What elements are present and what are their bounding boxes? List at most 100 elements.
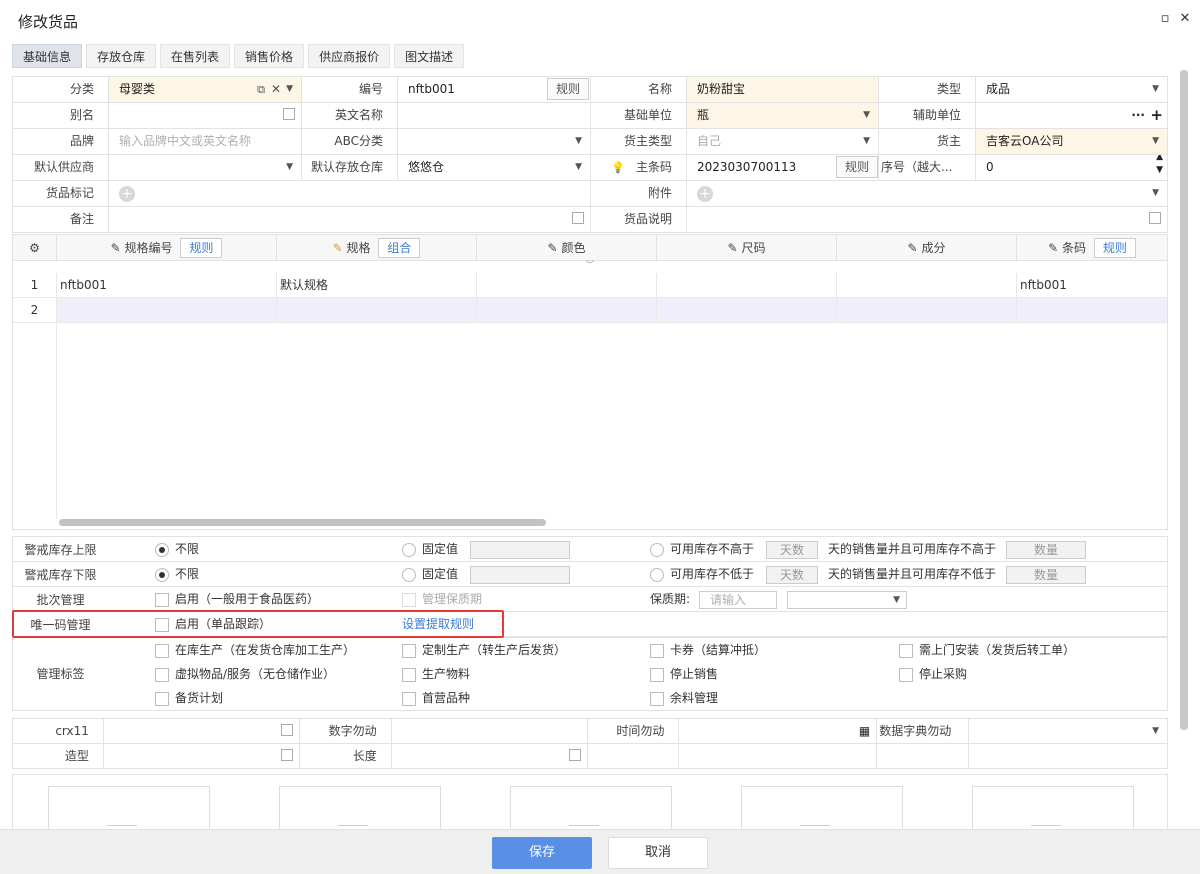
spec-combine-button[interactable]: 组合 [378,238,421,258]
abc-select[interactable]: ▼ [398,129,591,155]
lower-unlimited-option[interactable]: 不限 [155,562,199,587]
checkbox-icon[interactable] [650,667,664,682]
tag-checkbox[interactable]: 生产物料 [402,666,470,682]
tag-checkbox[interactable]: 需上门安装（发货后转工单） [899,642,1075,658]
cancel-button[interactable]: 取消 [608,837,708,869]
upper-fixed-option[interactable]: 固定值 [402,537,458,562]
upper-fixed-input[interactable] [470,537,570,562]
radio-checked-icon[interactable] [155,542,169,557]
tag-checkbox[interactable]: 虚拟物品/服务（无仓储作业） [155,666,335,682]
crx11-field[interactable] [103,719,300,744]
cell-spec-code[interactable]: nftb001 [57,273,277,297]
tag-checkbox[interactable]: 首营品种 [402,690,470,706]
tab-description[interactable]: 图文描述 [394,44,465,68]
image-slot[interactable] [510,786,672,835]
checkbox-icon[interactable] [155,691,169,706]
cell-spec[interactable]: 默认规格 [277,273,477,297]
lower-fixed-option[interactable]: 固定值 [402,562,458,587]
shelf-life-unit-select[interactable]: ▼ [787,587,907,612]
calendar-icon[interactable]: ▦ [859,719,870,743]
category-dropdown-icon[interactable]: ▼ [286,77,293,102]
maximize-icon[interactable]: ▫ [1158,12,1172,26]
brand-field[interactable]: 输入品牌中文或英文名称 [109,129,302,155]
edit-icon[interactable] [280,724,293,736]
tag-checkbox[interactable]: 定制生产（转生产后发货） [402,642,566,658]
number-field[interactable] [391,719,588,744]
name-field[interactable]: 奶粉甜宝 [687,77,879,103]
default-supplier-select[interactable]: ▼ [109,155,302,181]
upper-days-input[interactable]: 天数 [766,537,818,562]
tag-checkbox[interactable]: 余料管理 [650,690,718,706]
cell-barcode[interactable] [1017,298,1167,322]
cell-size[interactable] [657,298,837,322]
default-supplier-dropdown-icon[interactable]: ▼ [286,155,293,180]
upper-qty-input[interactable]: 数量 [1006,537,1086,562]
checkbox-icon[interactable] [402,667,416,682]
tag-checkbox[interactable]: 停止采购 [899,666,967,682]
add-circle-icon[interactable]: + [119,185,135,202]
owner-type-select[interactable]: 自己 ▼ [687,129,879,155]
checkbox-icon[interactable] [155,667,169,682]
more-icon[interactable]: ··· [1131,103,1145,128]
shelf-life-unit-box[interactable]: ▼ [787,590,907,609]
stepper-up-icon[interactable]: ▲ [1156,155,1163,163]
checkbox-icon[interactable] [899,643,913,658]
length-field[interactable] [391,744,588,769]
shelf-life-mgmt-checkbox[interactable]: 管理保质期 [402,587,482,612]
goods-tag-field[interactable]: + [109,181,591,207]
category-field[interactable]: 母婴类 ⧉ ✕ ▼ [109,77,302,103]
main-scrollbar-thumb[interactable] [1180,70,1188,730]
remark-field[interactable] [109,207,591,233]
checkbox-icon[interactable] [155,592,169,607]
save-button[interactable]: 保存 [492,837,592,869]
image-slot[interactable] [741,786,903,835]
edit-icon[interactable] [283,108,295,120]
cell-barcode[interactable]: nftb001 [1017,273,1167,297]
tag-checkbox[interactable]: 在库生产（在发货仓库加工生产） [155,642,355,658]
clear-icon[interactable]: ✕ [271,77,281,102]
barcode-col-rule-button[interactable]: 规则 [1093,238,1136,258]
table-row[interactable]: 1 nftb001 默认规格 nftb001 [13,273,1167,298]
radio-icon[interactable] [650,567,664,582]
checkbox-icon[interactable] [155,643,169,658]
tag-checkbox[interactable]: 停止销售 [650,666,718,682]
tab-basic-info[interactable]: 基础信息 [12,44,83,68]
chevron-down-icon[interactable]: ▼ [1152,719,1159,743]
type-select[interactable]: 成品 ▼ [976,77,1168,103]
attachment-field[interactable]: + ▼ [687,181,1168,207]
tag-checkbox[interactable]: 备货计划 [155,690,223,706]
stepper-down-icon[interactable]: ▼ [1156,164,1163,176]
lower-days-box[interactable]: 天数 [766,565,818,584]
radio-icon[interactable] [402,567,416,582]
checkbox-icon[interactable] [402,643,416,658]
base-unit-dropdown-icon[interactable]: ▼ [863,103,870,128]
upper-fixed-box[interactable] [470,540,570,559]
lower-fixed-box[interactable] [470,565,570,584]
upper-qty-box[interactable]: 数量 [1006,540,1086,559]
shelf-life-input[interactable]: 请输入 [699,587,777,612]
radio-checked-icon[interactable] [155,567,169,582]
goods-desc-field[interactable] [687,207,1168,233]
shelf-life-box[interactable]: 请输入 [699,590,777,609]
lower-available-option[interactable]: 可用库存不低于 [650,562,754,587]
base-unit-select[interactable]: 瓶 ▼ [687,103,879,129]
checkbox-icon[interactable] [402,691,416,706]
upper-available-option[interactable]: 可用库存不高于 [650,537,754,562]
cell-spec-code[interactable] [57,298,277,322]
edit-icon[interactable] [1149,212,1161,224]
code-rule-button[interactable]: 规则 [546,78,589,100]
lower-qty-input[interactable]: 数量 [1006,562,1086,587]
spec-code-rule-button[interactable]: 规则 [180,238,223,258]
add-icon[interactable]: + [1150,103,1163,128]
cell-spec[interactable] [277,298,477,322]
owner-dropdown-icon[interactable]: ▼ [1152,129,1159,154]
cell-color[interactable] [477,273,657,297]
radio-icon[interactable] [402,542,416,557]
checkbox-icon[interactable] [155,617,169,632]
tab-warehouse[interactable]: 存放仓库 [86,44,157,68]
edit-icon[interactable] [572,212,584,224]
seq-stepper[interactable]: 0 ▲ ▼ [976,155,1168,181]
table-row[interactable]: 2 [13,298,1167,323]
main-scrollbar[interactable] [1180,70,1188,730]
upper-days-box[interactable]: 天数 [766,540,818,559]
